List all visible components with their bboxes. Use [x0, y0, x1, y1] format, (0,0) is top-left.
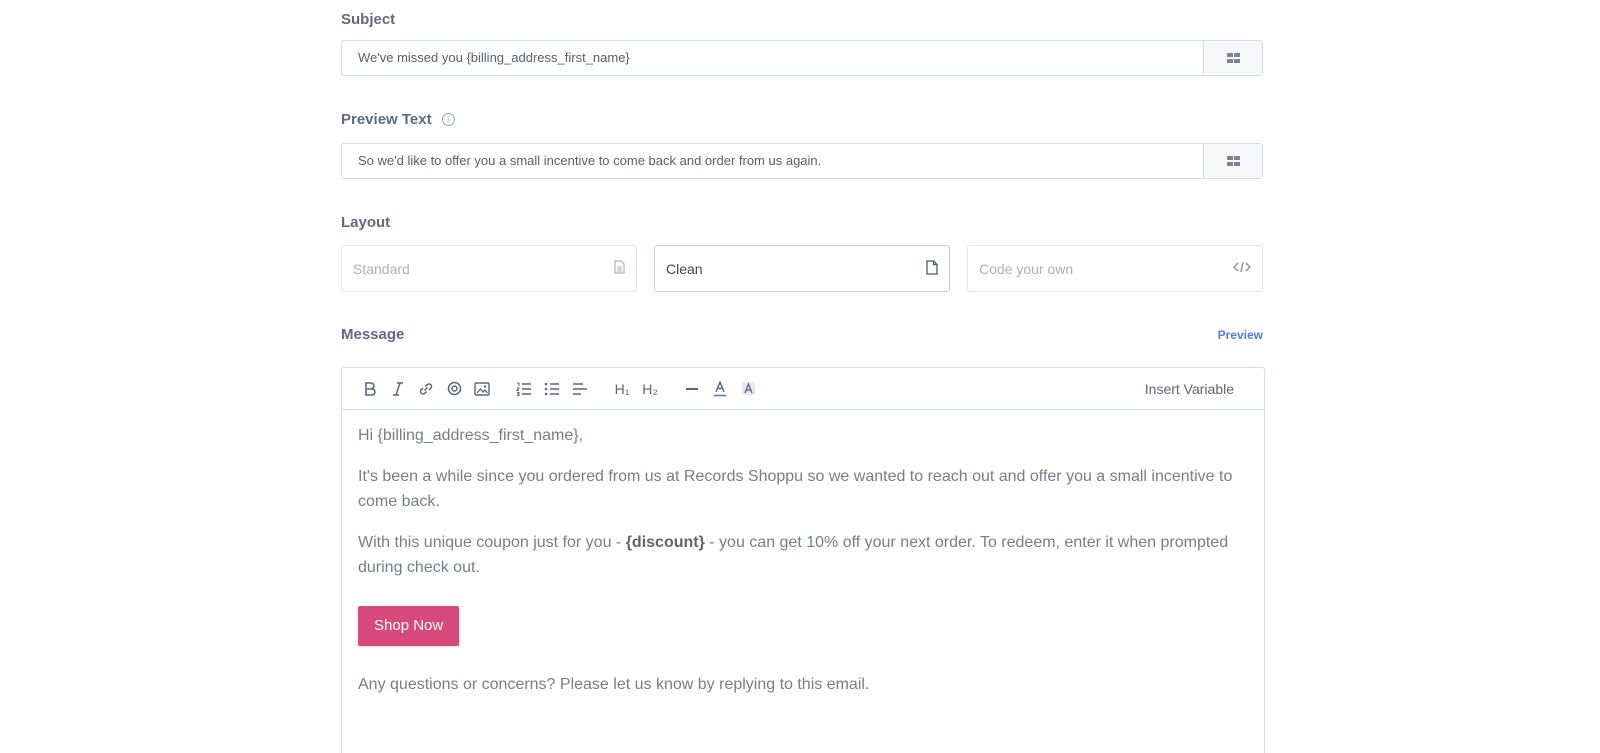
- layout-option-label: Code your own: [979, 260, 1074, 277]
- layout-option-code-your-own[interactable]: Code your own: [967, 245, 1263, 292]
- document-lines-icon: [614, 260, 625, 277]
- preview-text-input[interactable]: So we'd like to offer you a small incent…: [342, 144, 1203, 178]
- layout-option-clean[interactable]: Clean: [654, 245, 950, 292]
- heading-1-button[interactable]: H₁: [608, 375, 636, 403]
- layout-option-label: Standard: [353, 260, 410, 277]
- preview-text-variables-button[interactable]: [1203, 144, 1262, 178]
- text-highlight-icon[interactable]: [734, 375, 762, 403]
- message-header: Message Preview: [341, 326, 1263, 343]
- closing-paragraph: Any questions or concerns? Please let us…: [358, 676, 870, 693]
- heading-2-button[interactable]: H₂: [636, 375, 664, 403]
- info-icon[interactable]: i: [441, 113, 455, 126]
- grid-icon: [1226, 53, 1240, 63]
- layout-options: Standard Clean Code your own: [341, 245, 1263, 292]
- subject-variables-button[interactable]: [1203, 41, 1262, 75]
- code-icon: [1232, 261, 1252, 276]
- preview-text-input-group: So we'd like to offer you a small incent…: [341, 143, 1263, 179]
- subject-label: Subject: [341, 11, 396, 28]
- document-icon: [926, 259, 938, 278]
- subject-input-group: We've missed you {billing_address_first_…: [341, 40, 1263, 76]
- horizontal-rule-icon[interactable]: [678, 375, 706, 403]
- preview-link[interactable]: Preview: [1218, 328, 1263, 342]
- grid-icon: [1226, 156, 1240, 166]
- editor-toolbar: H₁ H₂ Insert Variable: [342, 368, 1264, 410]
- bullet-list-icon[interactable]: [538, 375, 566, 403]
- text-color-icon[interactable]: [706, 375, 734, 403]
- preview-text-label: Preview Text: [341, 111, 432, 128]
- body-paragraph: It's been a while since you ordered from…: [358, 468, 1233, 510]
- message-body[interactable]: Hi {billing_address_first_name}, It's be…: [342, 410, 1264, 753]
- link-icon[interactable]: [412, 375, 440, 403]
- layout-option-label: Clean: [666, 260, 703, 277]
- align-left-icon[interactable]: [566, 375, 594, 403]
- ordered-list-icon[interactable]: [510, 375, 538, 403]
- greeting-paragraph: Hi {billing_address_first_name},: [358, 427, 584, 444]
- message-label: Message: [341, 326, 405, 343]
- coupon-text-before: With this unique coupon just for you -: [358, 534, 626, 551]
- layout-label: Layout: [341, 214, 391, 231]
- shop-now-button[interactable]: Shop Now: [358, 606, 460, 646]
- target-icon[interactable]: [440, 375, 468, 403]
- image-icon[interactable]: [468, 375, 496, 403]
- insert-variable-button[interactable]: Insert Variable: [1145, 381, 1234, 397]
- italic-icon[interactable]: [384, 375, 412, 403]
- message-editor: H₁ H₂ Insert Variable Hi {billing_addres…: [341, 367, 1265, 753]
- bold-icon[interactable]: [356, 375, 384, 403]
- discount-variable: {discount}: [625, 534, 705, 551]
- coupon-paragraph: With this unique coupon just for you - {…: [358, 530, 1248, 580]
- subject-input[interactable]: We've missed you {billing_address_first_…: [342, 41, 1203, 75]
- preview-text-label-row: Preview Text i: [341, 111, 455, 128]
- layout-option-standard[interactable]: Standard: [341, 245, 637, 292]
